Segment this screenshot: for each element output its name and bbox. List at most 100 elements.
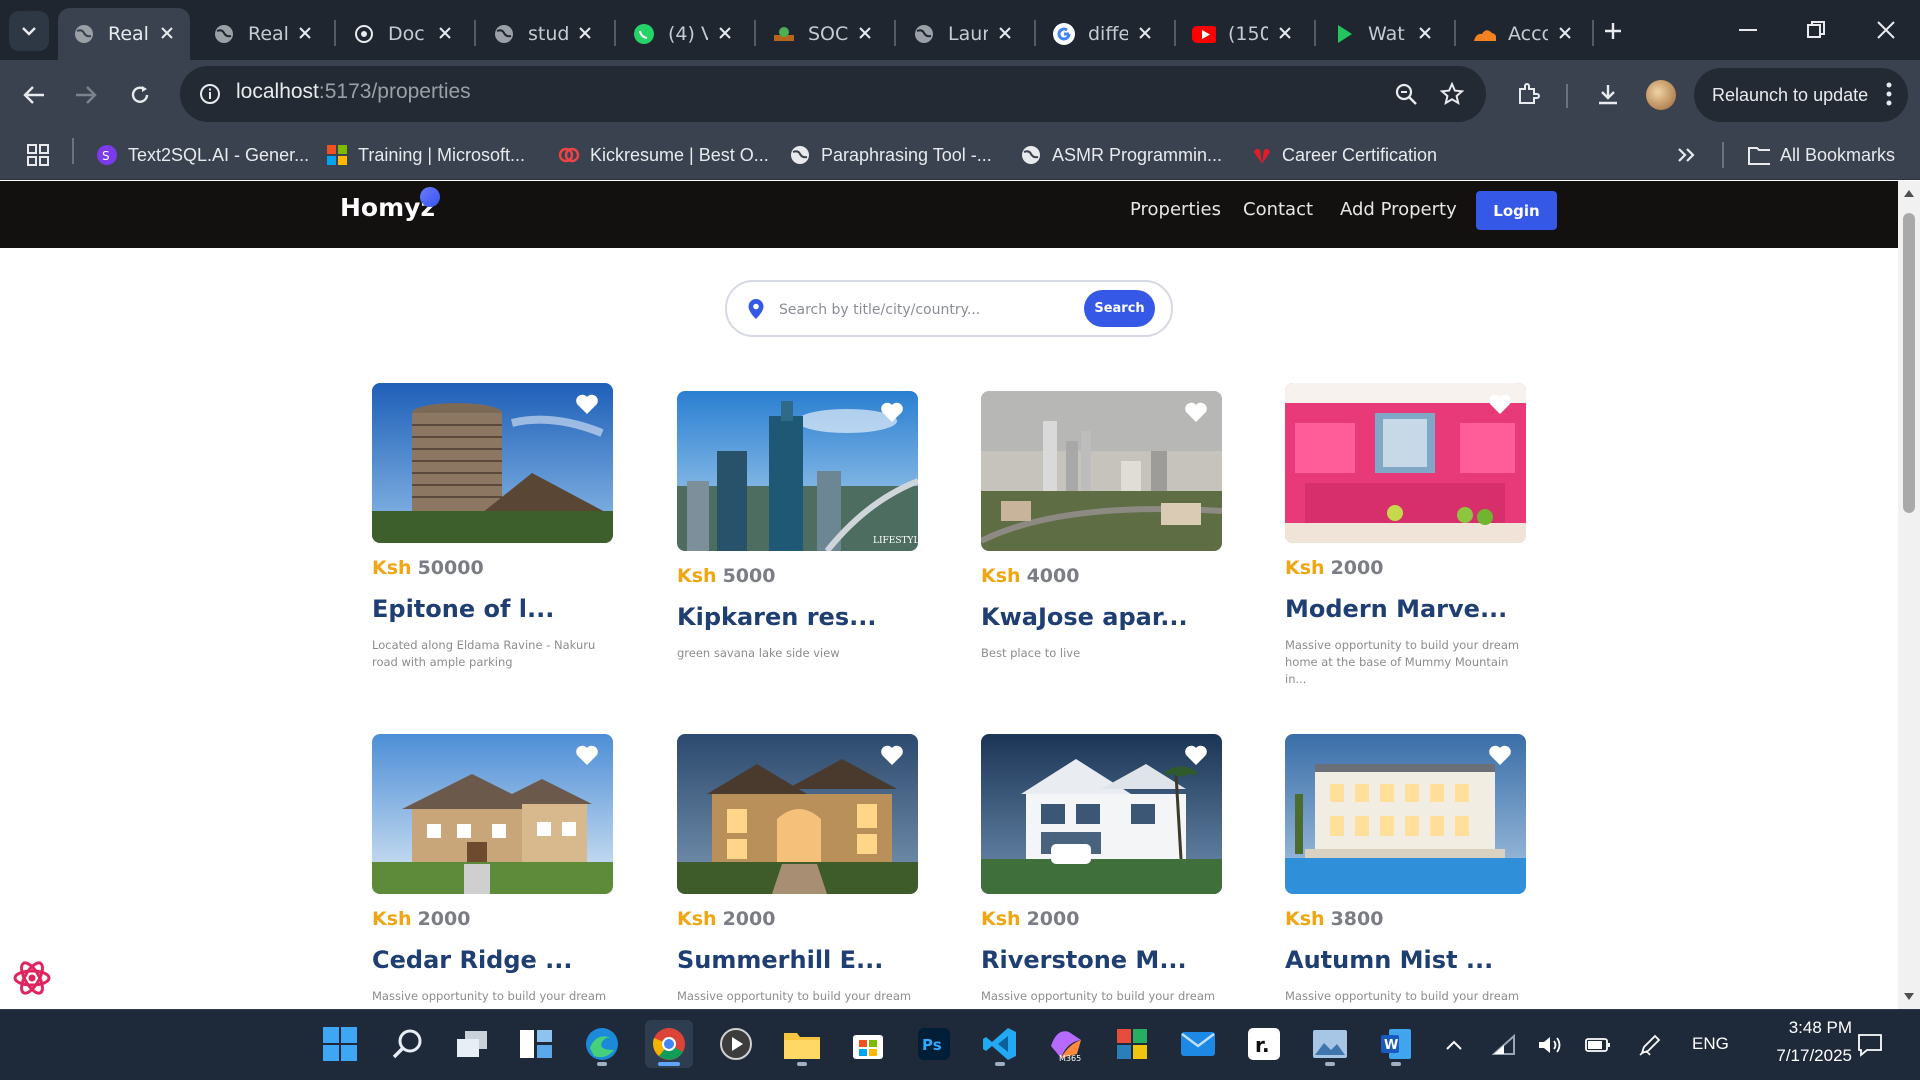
close-window-button[interactable]: [1856, 8, 1916, 52]
property-card[interactable]: Ksh 2000 Cedar Ridge ... Massive opportun…: [372, 734, 613, 1009]
edge-app[interactable]: [578, 1020, 626, 1068]
close-tab-icon[interactable]: [714, 22, 736, 44]
favorite-heart-icon[interactable]: [1184, 401, 1208, 423]
bookmark-career-certification[interactable]: Career Certification: [1250, 140, 1437, 170]
favorite-heart-icon[interactable]: [1184, 744, 1208, 766]
close-tab-icon[interactable]: [854, 22, 876, 44]
image-viewer-app[interactable]: [1306, 1020, 1354, 1068]
property-card[interactable]: LIFESTYLE Ksh5000 Kipkaren res... green …: [677, 391, 918, 691]
vscode-app[interactable]: [976, 1020, 1024, 1068]
tower-building-photo[interactable]: [372, 383, 613, 543]
close-tab-icon[interactable]: [434, 22, 456, 44]
close-tab-icon[interactable]: [1414, 22, 1436, 44]
tab-real-active[interactable]: Real: [58, 8, 190, 60]
tab-soc[interactable]: SOC: [758, 8, 888, 60]
bookmarks-overflow-button[interactable]: [1676, 140, 1696, 170]
property-card[interactable]: Ksh 50000 Epitone of l... Located along E…: [372, 383, 613, 683]
property-card[interactable]: Ksh 2000 Summerhill E... Massive opportun…: [677, 734, 918, 1009]
language-indicator[interactable]: ENG: [1692, 1034, 1729, 1054]
villa-evening-photo[interactable]: [677, 734, 918, 894]
chrome-app[interactable]: [645, 1020, 693, 1068]
media-player-app[interactable]: [712, 1020, 760, 1068]
bookmark-paraphrasing-tool[interactable]: Paraphrasing Tool -...: [789, 140, 992, 170]
r-app[interactable]: r.: [1240, 1020, 1288, 1068]
address-bar[interactable]: localhost:5173/properties: [180, 66, 1486, 122]
zoom-icon[interactable]: [1390, 78, 1422, 110]
reload-button[interactable]: [118, 73, 162, 117]
favorite-heart-icon[interactable]: [1488, 393, 1512, 415]
forward-button[interactable]: [64, 73, 108, 117]
favorite-heart-icon[interactable]: [880, 401, 904, 423]
property-card[interactable]: Ksh 2000 Riverstone M... Massive opportun…: [981, 734, 1222, 1009]
tab-laur[interactable]: Laur: [898, 8, 1028, 60]
tab-wat[interactable]: Wat: [1318, 8, 1448, 60]
property-card[interactable]: Ksh 4000 KwaJose apar... Best place to li…: [981, 391, 1222, 691]
property-card[interactable]: Ksh 3800 Autumn Mist ... Massive opportun…: [1285, 734, 1526, 1009]
close-tab-icon[interactable]: [1134, 22, 1156, 44]
apps-grid-button[interactable]: [26, 140, 50, 170]
tab-stud[interactable]: stud: [478, 8, 608, 60]
search-button[interactable]: Search: [1084, 290, 1155, 327]
bookmark-asmr-programming[interactable]: ASMR Programmin...: [1020, 140, 1222, 170]
favorite-heart-icon[interactable]: [1488, 744, 1512, 766]
network-icon[interactable]: [1490, 1032, 1518, 1058]
react-devtools-button[interactable]: [10, 956, 54, 1000]
page-scrollbar[interactable]: [1898, 181, 1920, 1009]
close-tab-icon[interactable]: [574, 22, 596, 44]
tab-acco[interactable]: Acco: [1458, 8, 1588, 60]
city-aerial-photo[interactable]: [981, 391, 1222, 551]
close-tab-icon[interactable]: [294, 22, 316, 44]
site-info-icon[interactable]: [194, 78, 226, 110]
bookmark-microsoft-training[interactable]: Training | Microsoft...: [326, 140, 525, 170]
battery-icon[interactable]: [1584, 1032, 1612, 1058]
download-icon[interactable]: [1586, 73, 1630, 117]
relaunch-to-update-button[interactable]: Relaunch to update: [1694, 68, 1908, 122]
favorite-heart-icon[interactable]: [880, 744, 904, 766]
start-button[interactable]: [316, 1020, 364, 1068]
login-button[interactable]: Login: [1476, 191, 1557, 230]
favorite-heart-icon[interactable]: [575, 744, 599, 766]
all-bookmarks-button[interactable]: All Bookmarks: [1748, 140, 1895, 170]
more-vert-icon[interactable]: [1886, 81, 1892, 112]
close-tab-icon[interactable]: [1274, 22, 1296, 44]
tab-whatsapp[interactable]: (4) V: [618, 8, 748, 60]
bookmark-text2sql[interactable]: S Text2SQL.AI - Gener...: [96, 140, 309, 170]
back-button[interactable]: [12, 73, 56, 117]
store-app[interactable]: [844, 1020, 892, 1068]
clock-time[interactable]: 3:48 PM: [1772, 1018, 1852, 1038]
extensions-icon[interactable]: [1506, 73, 1550, 117]
tab-doc[interactable]: Doc: [338, 8, 468, 60]
office-app[interactable]: [1108, 1020, 1156, 1068]
restore-button[interactable]: [1786, 8, 1846, 52]
new-tab-button[interactable]: [1596, 14, 1630, 48]
modern-villa-photo[interactable]: [981, 734, 1222, 894]
photoshop-app[interactable]: Ps: [910, 1020, 958, 1068]
nav-add-property[interactable]: Add Property: [1340, 199, 1457, 220]
suburban-house-photo[interactable]: [372, 734, 613, 894]
bookmark-star-icon[interactable]: [1436, 78, 1468, 110]
taskbar-search-button[interactable]: [384, 1020, 432, 1068]
scrollbar-thumb[interactable]: [1903, 213, 1915, 513]
task-view-button[interactable]: [448, 1020, 496, 1068]
widgets-button[interactable]: [512, 1020, 560, 1068]
word-app[interactable]: W: [1372, 1020, 1420, 1068]
close-tab-icon[interactable]: [1554, 22, 1576, 44]
pen-icon[interactable]: [1636, 1032, 1664, 1058]
close-tab-icon[interactable]: [156, 22, 178, 44]
minimize-button[interactable]: [1718, 8, 1778, 52]
pink-kitchen-photo[interactable]: [1285, 383, 1526, 543]
scroll-down-arrow-icon[interactable]: [1903, 991, 1915, 1003]
bookmark-kickresume[interactable]: Kickresume | Best O...: [558, 140, 769, 170]
notification-center-icon[interactable]: [1856, 1032, 1884, 1058]
tab-youtube[interactable]: (150: [1178, 8, 1308, 60]
mail-app[interactable]: [1174, 1020, 1222, 1068]
mansion-pool-photo[interactable]: [1285, 734, 1526, 894]
city-skyline-photo[interactable]: LIFESTYLE: [677, 391, 918, 551]
tab-google[interactable]: diffe: [1038, 8, 1168, 60]
file-explorer-app[interactable]: [778, 1020, 826, 1068]
favorite-heart-icon[interactable]: [575, 393, 599, 415]
tab-search-button[interactable]: [9, 11, 49, 51]
nav-properties[interactable]: Properties: [1130, 199, 1221, 220]
clock-date[interactable]: 7/17/2025: [1744, 1046, 1852, 1066]
m365-copilot-app[interactable]: M365: [1042, 1020, 1090, 1068]
